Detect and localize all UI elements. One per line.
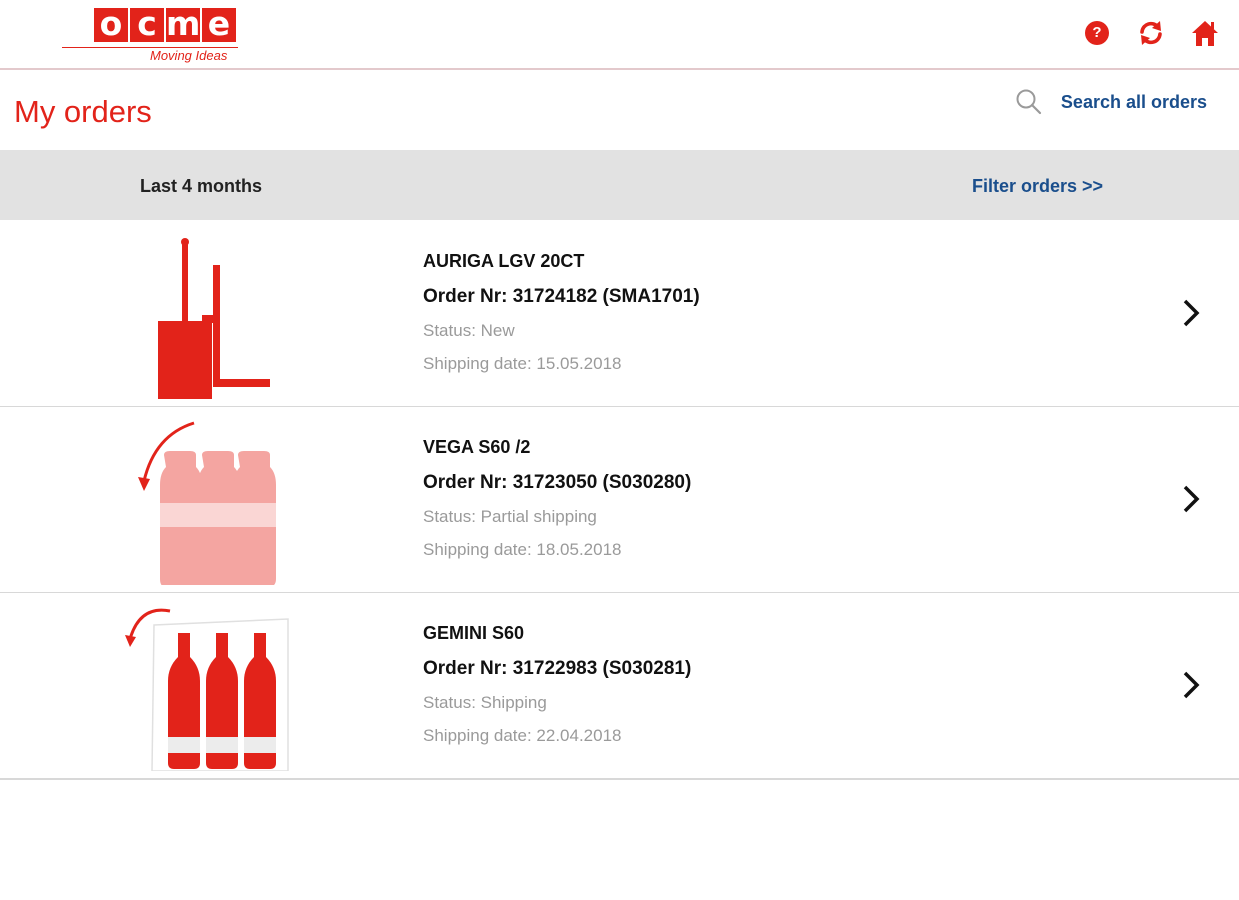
order-shipping-date: Shipping date: 18.05.2018 — [423, 540, 622, 559]
page-title: My orders — [14, 94, 152, 129]
order-number: Order Nr: 31722983 (S030281) — [423, 658, 692, 679]
logo-tagline: Moving Ideas — [150, 48, 228, 63]
forklift-icon — [158, 238, 270, 399]
search-all-orders-link[interactable]: Search all orders — [1015, 88, 1207, 116]
help-button[interactable]: ? — [1081, 17, 1113, 49]
order-status: Status: New — [423, 321, 515, 340]
search-all-orders-label: Search all orders — [1060, 91, 1207, 112]
order-details: AURIGA LGV 20CT Order Nr: 31724182 (SMA1… — [423, 251, 700, 387]
logo-letter-c: c — [130, 7, 164, 42]
ocme-logo: o c m e Moving Ideas — [62, 6, 242, 66]
home-button[interactable] — [1189, 17, 1221, 49]
order-status: Status: Partial shipping — [423, 507, 597, 526]
refresh-button[interactable] — [1135, 17, 1167, 49]
order-name: VEGA S60 /2 — [423, 437, 531, 457]
order-shipping-date: Shipping date: 22.04.2018 — [423, 726, 622, 745]
chevron-right-icon[interactable] — [1179, 483, 1203, 515]
order-status: Status: Shipping — [423, 693, 547, 712]
search-icon — [1016, 89, 1042, 115]
logo-letter-m: m — [166, 4, 201, 43]
help-icon: ? — [1085, 21, 1109, 45]
bottle-pack-icon — [138, 421, 276, 585]
order-details: VEGA S60 /2 Order Nr: 31723050 (S030280)… — [423, 437, 691, 573]
logo-letter-e: e — [202, 7, 236, 42]
order-name: GEMINI S60 — [423, 623, 525, 643]
logo-letter-o: o — [94, 7, 128, 42]
order-details: GEMINI S60 Order Nr: 31722983 (S030281) … — [423, 623, 691, 759]
order-row[interactable]: VEGA S60 /2 Order Nr: 31723050 (S030280)… — [0, 407, 1239, 594]
chevron-right-icon[interactable] — [1179, 669, 1203, 701]
header-actions: ? — [1081, 17, 1221, 49]
period-label: Last 4 months — [140, 176, 263, 196]
bottle-tray-icon — [125, 608, 289, 771]
order-number: Order Nr: 31724182 (SMA1701) — [423, 286, 700, 307]
order-row[interactable]: GEMINI S60 Order Nr: 31722983 (S030281) … — [0, 593, 1239, 780]
order-number: Order Nr: 31723050 (S030280) — [423, 472, 692, 493]
app-header: o c m e Moving Ideas ? — [0, 0, 1239, 70]
chevron-right-icon[interactable] — [1179, 297, 1203, 329]
order-name: AURIGA LGV 20CT — [423, 251, 585, 271]
order-row[interactable]: AURIGA LGV 20CT Order Nr: 31724182 (SMA1… — [0, 221, 1239, 408]
filter-orders-link[interactable]: Filter orders >> — [972, 176, 1103, 197]
filter-bar: Last 4 months Filter orders >> — [0, 150, 1239, 220]
refresh-icon — [1140, 21, 1162, 45]
order-shipping-date: Shipping date: 15.05.2018 — [423, 354, 622, 373]
home-icon — [1192, 21, 1218, 46]
